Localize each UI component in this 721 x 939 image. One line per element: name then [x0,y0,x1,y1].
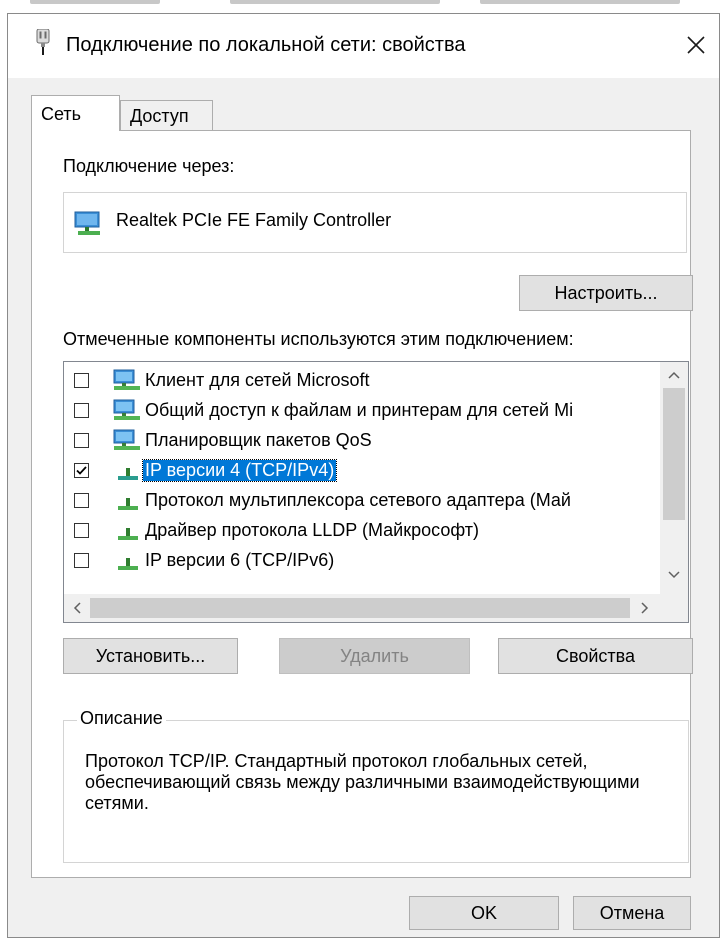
component-checkbox[interactable] [74,403,89,418]
network-client-icon [110,369,144,393]
description-text: Протокол TCP/IP. Стандартный протокол гл… [85,751,640,813]
configure-button[interactable]: Настроить... [519,275,693,311]
component-label: Драйвер протокола LLDP (Майкрософт) [145,520,480,540]
scroll-left-icon[interactable] [72,602,84,614]
list-item[interactable]: Клиент для сетей Microsoft [64,366,664,396]
list-item[interactable]: Планировщик пакетов QoS [64,426,664,456]
components-label: Отмеченные компоненты используются этим … [63,329,574,349]
list-item[interactable]: IP версии 6 (TCP/IPv6) [64,546,664,576]
background-window-strip [0,0,721,14]
install-button[interactable]: Установить... [63,638,238,674]
ok-button[interactable]: OK [409,896,559,930]
component-checkbox[interactable] [74,433,89,448]
component-label: IP версии 4 (TCP/IPv4) [141,459,338,482]
list-item[interactable]: Общий доступ к файлам и принтерам для се… [64,396,664,426]
tab-sharing[interactable]: Доступ [120,100,213,130]
components-list[interactable]: Клиент для сетей Microsoft Общий доступ … [63,361,689,623]
adapter-field: Realtek PCIe FE Family Controller [63,192,687,253]
scroll-right-icon[interactable] [638,602,650,614]
component-label: Общий доступ к файлам и принтерам для се… [145,400,574,420]
component-label: Клиент для сетей Microsoft [145,370,370,390]
network-plug-icon [36,28,50,55]
window-title: Подключение по локальной сети: свойства [66,34,466,56]
vertical-scroll-thumb[interactable] [663,388,685,520]
vertical-scrollbar[interactable] [660,362,688,594]
list-item-selected[interactable]: IP версии 4 (TCP/IPv4) [64,456,664,486]
protocol-icon [110,549,144,573]
component-label: Планировщик пакетов QoS [145,430,372,450]
component-label: IP версии 6 (TCP/IPv6) [145,550,335,570]
component-label: Протокол мультиплексора сетевого адаптер… [145,490,571,510]
properties-button[interactable]: Свойства [498,638,693,674]
component-checkbox[interactable] [74,493,89,508]
uninstall-button[interactable]: Удалить [279,638,470,674]
description-legend: Описание [77,708,166,729]
scroll-down-icon[interactable] [668,568,680,580]
checkmark-icon [76,466,87,475]
properties-dialog: Подключение по локальной сети: свойства … [7,13,720,938]
scroll-up-icon[interactable] [668,370,680,382]
list-item[interactable]: Драйвер протокола LLDP (Майкрософт) [64,516,664,546]
protocol-icon [110,519,144,543]
tab-network[interactable]: Сеть [31,95,120,131]
connect-using-label: Подключение через: [63,156,235,176]
adapter-name: Realtek PCIe FE Family Controller [116,210,392,230]
list-item[interactable]: Протокол мультиплексора сетевого адаптер… [64,486,664,516]
protocol-icon [110,459,144,483]
component-checkbox[interactable] [74,523,89,538]
tab-panel-network: Подключение через: Realtek PCIe FE Famil… [31,130,693,878]
horizontal-scrollbar[interactable] [64,594,688,622]
close-button[interactable] [673,14,719,78]
horizontal-scroll-thumb[interactable] [90,598,630,618]
close-icon [687,36,705,54]
network-service-icon [110,429,144,453]
description-group: Описание Протокол TCP/IP. Стандартный пр… [63,708,689,863]
protocol-icon [110,489,144,513]
component-checkbox[interactable] [74,373,89,388]
network-adapter-icon [74,211,104,243]
network-service-icon [110,399,144,423]
cancel-button[interactable]: Отмена [573,896,691,930]
component-checkbox-checked[interactable] [74,463,89,478]
component-checkbox[interactable] [74,553,89,568]
title-bar: Подключение по локальной сети: свойства [8,14,719,78]
